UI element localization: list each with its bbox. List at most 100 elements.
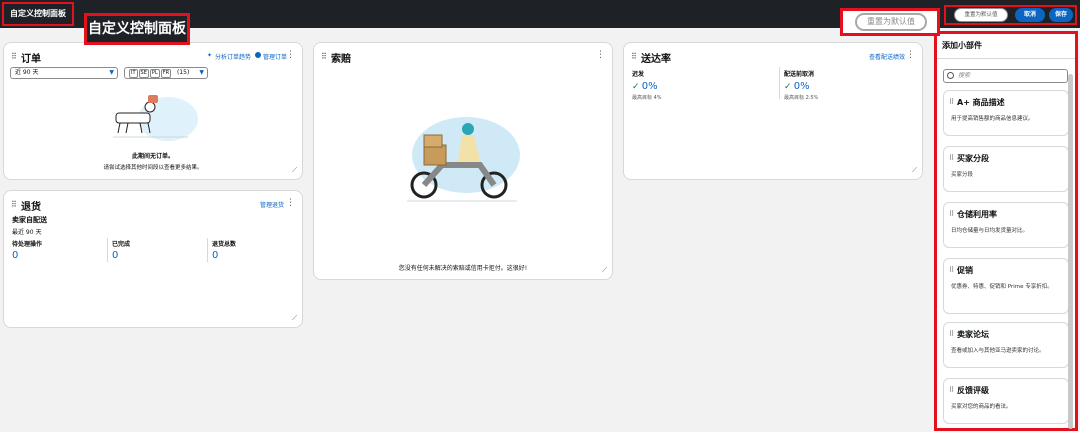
widget-item[interactable]: ⠿ 促销 优惠券、特惠、促销和 Prime 专享折扣。 <box>943 258 1069 314</box>
drag-handle-icon[interactable]: ⠿ <box>949 386 954 394</box>
panel-scrollbar[interactable] <box>1068 74 1073 429</box>
divider <box>107 238 108 262</box>
marketplace-count: (15) <box>176 69 190 76</box>
more-options-icon[interactable]: ⋮ <box>286 50 295 60</box>
widget-name: 促销 <box>957 266 973 275</box>
metric-late-shipment: 迟发 ✓ 0% 最高目标 4% <box>632 69 662 101</box>
returns-card: ⠿ 退货 管理退货 ⋮ 卖家自配送 最近 90 天 待处理操作 0 已完成 0 … <box>3 190 303 328</box>
drag-handle-icon[interactable]: ⠿ <box>949 330 954 338</box>
stat-value[interactable]: 0 <box>212 250 236 261</box>
stat-value[interactable]: 0 <box>112 250 130 261</box>
stat-total: 退货总数 0 <box>212 239 236 261</box>
delivery-rider-illustration <box>407 117 520 202</box>
widget-item[interactable]: ⠿ 买家分段 买家分段 <box>943 146 1069 192</box>
period-value: 近 90 天 <box>15 69 39 76</box>
more-options-icon[interactable]: ⋮ <box>906 50 915 60</box>
widget-desc: 买家分段 <box>951 172 974 178</box>
drag-handle-icon[interactable]: ⠿ <box>949 154 954 162</box>
drag-handle-icon[interactable]: ⠿ <box>11 52 17 61</box>
resize-handle-icon[interactable]: ⟋ <box>912 166 917 175</box>
claims-card: ⠿ 索赔 ⋮ 您没有任何未解决的索赔或信用卡拒付。这很好! ⟋ <box>313 42 613 280</box>
widget-item[interactable]: ⠿ 反馈评级 买家对您的商品的看法。 <box>943 378 1069 424</box>
drag-handle-icon[interactable]: ⠿ <box>321 52 327 61</box>
drag-handle-icon[interactable]: ⠿ <box>949 266 954 274</box>
add-widget-panel: 添加小部件 搜索 ⠿ A+ 商品描述 用于提高销售额的商品信息建议。 ⠿ 买家分… <box>934 31 1078 431</box>
chevron-down-icon: ▼ <box>199 69 204 76</box>
marketplace-chip: IT <box>129 69 138 78</box>
callout-page-title: 自定义控制面板 <box>84 13 190 45</box>
drag-handle-icon[interactable]: ⠿ <box>949 210 954 218</box>
header-actions: 重置为默认值 取消 保存 <box>944 5 1077 25</box>
marketplace-chip: SE <box>138 69 149 78</box>
widget-name: 买家分段 <box>957 154 989 163</box>
delivery-title: 送达率 <box>641 54 671 65</box>
metric-target: 最高目标 4% <box>632 95 662 101</box>
check-circle-icon: ✓ <box>632 82 640 92</box>
claims-empty-message: 您没有任何未解决的索赔或信用卡拒付。这很好! <box>398 265 528 272</box>
widget-item[interactable]: ⠿ 仓储利用率 日均仓储量与日均发货量对比。 <box>943 202 1069 248</box>
manage-returns-link[interactable]: 管理退货 <box>260 200 284 209</box>
panel-title: 添加小部件 <box>942 41 982 50</box>
save-button[interactable]: 保存 <box>1049 8 1073 22</box>
metric-value: 0% <box>793 81 810 92</box>
widget-desc: 优惠券、特惠、促销和 Prime 专享折扣。 <box>951 284 1053 290</box>
claims-title: 索赔 <box>331 54 351 65</box>
period-select[interactable]: 近 90 天 ▼ <box>10 67 118 79</box>
analyze-orders-link[interactable]: 分析订单趋势 <box>215 52 251 61</box>
divider <box>779 67 780 99</box>
stat-label: 已完成 <box>112 241 131 248</box>
marketplace-chip: PL <box>149 69 160 78</box>
chevron-down-icon: ▼ <box>109 69 114 76</box>
resize-handle-icon[interactable]: ⟋ <box>292 314 297 323</box>
metric-value: 0% <box>641 81 658 92</box>
delivery-card: ⠿ 送达率 查看配送绩效 ⋮ 迟发 ✓ 0% 最高目标 4% 配送前取消 ✓ 0… <box>623 42 923 180</box>
empty-orders-title: 此期间无订单。 <box>131 153 174 160</box>
marketplace-select[interactable]: IT SE PL FR (15) ▼ <box>124 67 208 79</box>
resize-handle-icon[interactable]: ⟋ <box>292 166 297 175</box>
returns-subtitle: 卖家自配送 <box>12 216 47 224</box>
metric-target: 最高目标 2.5% <box>784 95 819 101</box>
stat-completed: 已完成 0 <box>112 239 130 261</box>
resize-handle-icon[interactable]: ⟋ <box>602 266 607 275</box>
stat-label: 待处理操作 <box>12 241 43 248</box>
info-dot-icon <box>255 52 261 58</box>
widget-desc: 查看或加入与其他亚马逊卖家的讨论。 <box>951 348 1045 354</box>
widget-search-input[interactable]: 搜索 <box>943 69 1068 83</box>
metric-pre-cancel: 配送前取消 ✓ 0% 最高目标 2.5% <box>784 69 818 101</box>
returns-title: 退货 <box>21 202 41 213</box>
empty-orders-hint: 请尝试选择其他时间段以查看更多结果。 <box>103 165 203 171</box>
manage-orders-link[interactable]: 管理订单 <box>263 52 287 61</box>
widget-desc: 买家对您的商品的看法。 <box>951 404 1012 410</box>
widget-name: 卖家论坛 <box>957 330 989 339</box>
stat-label: 退货总数 <box>212 241 237 248</box>
stat-value[interactable]: 0 <box>12 250 42 261</box>
widget-name: 仓储利用率 <box>957 210 997 219</box>
drag-handle-icon[interactable]: ⠿ <box>11 200 17 209</box>
search-placeholder: 搜索 <box>958 72 971 79</box>
widget-desc: 用于提高销售额的商品信息建议。 <box>951 116 1034 122</box>
sparkle-icon: ✦ <box>207 52 213 59</box>
more-options-icon[interactable]: ⋮ <box>286 198 295 208</box>
stat-pending: 待处理操作 0 <box>12 239 42 261</box>
widget-name: A+ 商品描述 <box>957 98 1005 107</box>
more-options-icon[interactable]: ⋮ <box>596 50 605 60</box>
reset-default-button[interactable]: 重置为默认值 <box>954 8 1008 22</box>
callout-reset-button[interactable]: 重置为默认值 <box>855 13 927 31</box>
widget-desc: 日均仓储量与日均发货量对比。 <box>951 228 1029 234</box>
view-delivery-link[interactable]: 查看配送绩效 <box>869 52 905 61</box>
drag-handle-icon[interactable]: ⠿ <box>949 98 954 106</box>
widget-name: 反馈评级 <box>957 386 989 395</box>
marketplace-chip: FR <box>160 69 172 78</box>
page-title: 自定义控制面板 <box>2 2 74 26</box>
metric-label: 迟发 <box>632 71 645 78</box>
divider <box>207 238 208 262</box>
cancel-button[interactable]: 取消 <box>1015 8 1045 22</box>
search-icon <box>947 72 954 79</box>
drag-handle-icon[interactable]: ⠿ <box>631 52 637 61</box>
widget-item[interactable]: ⠿ A+ 商品描述 用于提高销售额的商品信息建议。 <box>943 90 1069 136</box>
orders-title: 订单 <box>21 54 41 65</box>
returns-period: 最近 90 天 <box>12 229 42 236</box>
metric-label: 配送前取消 <box>784 71 815 78</box>
widget-item[interactable]: ⠿ 卖家论坛 查看或加入与其他亚马逊卖家的讨论。 <box>943 322 1069 368</box>
check-circle-icon: ✓ <box>784 82 792 92</box>
